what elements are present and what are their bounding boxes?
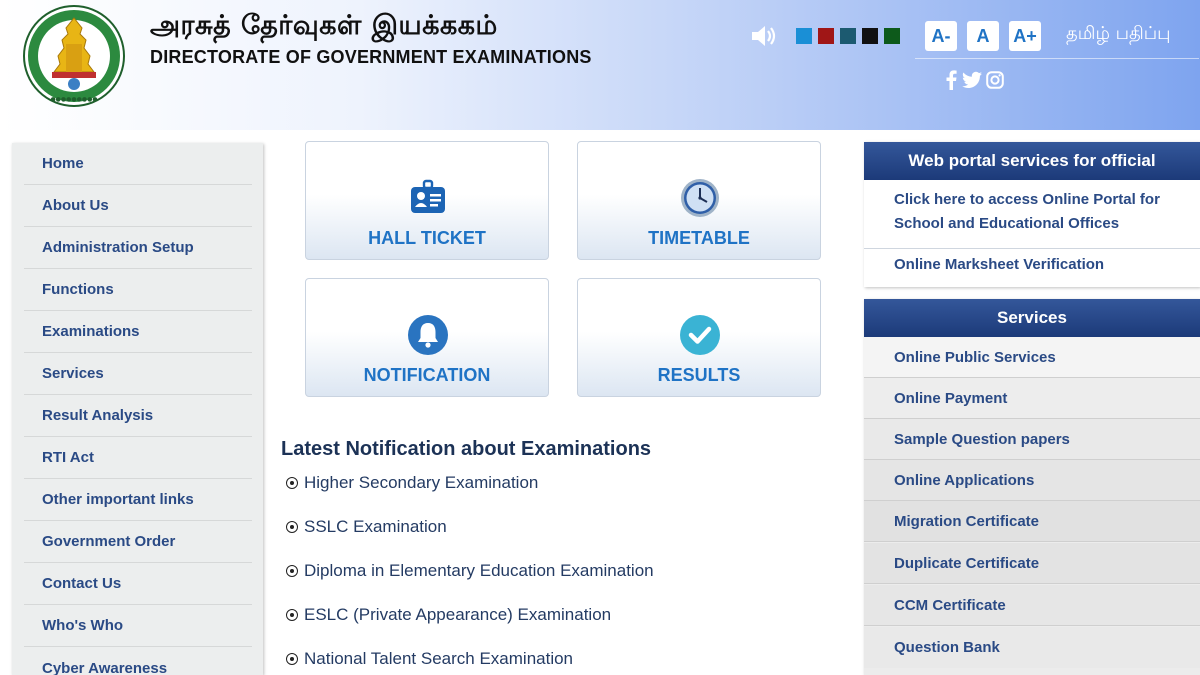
nav-item-contact-us[interactable]: Contact Us xyxy=(24,563,252,605)
nav-item-home[interactable]: Home xyxy=(24,143,252,185)
notification-item-label: Higher Secondary Examination xyxy=(304,473,539,492)
theme-swatch-teal[interactable] xyxy=(840,28,856,44)
panel-divider xyxy=(864,248,1200,249)
left-navigation: Home About Us Administration Setup Funct… xyxy=(12,143,263,675)
nav-item-whos-who[interactable]: Who's Who xyxy=(24,605,252,647)
timetable-tile[interactable]: TIMETABLE xyxy=(577,141,821,260)
bullet-icon xyxy=(286,653,298,665)
font-increase-button[interactable]: A+ xyxy=(1009,21,1041,51)
nav-item-other-important-links[interactable]: Other important links xyxy=(24,479,252,521)
hall-ticket-tile[interactable]: HALL TICKET xyxy=(305,141,549,260)
nav-item-functions[interactable]: Functions xyxy=(24,269,252,311)
facebook-icon[interactable] xyxy=(944,70,958,90)
notification-item-label: Diploma in Elementary Education Examinat… xyxy=(304,561,654,580)
theme-swatch-blue[interactable] xyxy=(796,28,812,44)
latest-notification-heading: Latest Notification about Examinations xyxy=(281,438,652,460)
service-item-question-bank[interactable]: Question Bank xyxy=(864,627,1200,668)
official-services-panel: Web portal services for official Click h… xyxy=(864,142,1200,287)
service-item-ccm-certificate[interactable]: CCM Certificate xyxy=(864,585,1200,626)
notification-item[interactable]: SSLC Examination xyxy=(286,517,447,537)
language-toggle-link[interactable]: தமிழ் பதிப்பு xyxy=(1066,23,1171,46)
social-links xyxy=(944,70,1004,90)
bullet-icon xyxy=(286,609,298,621)
bell-icon xyxy=(408,315,448,355)
results-label: RESULTS xyxy=(657,365,741,385)
notification-item[interactable]: Diploma in Elementary Education Examinat… xyxy=(286,561,654,581)
nav-item-result-analysis[interactable]: Result Analysis xyxy=(24,395,252,437)
site-title-english: DIRECTORATE OF GOVERNMENT EXAMINATIONS xyxy=(150,47,592,67)
bullet-icon xyxy=(286,521,298,533)
id-card-icon xyxy=(411,179,445,213)
font-reset-button[interactable]: A xyxy=(967,21,999,51)
notification-item[interactable]: National Talent Search Examination xyxy=(286,649,573,669)
timetable-label: TIMETABLE xyxy=(648,228,750,248)
official-services-title: Web portal services for official xyxy=(864,142,1200,180)
svg-text:●●●●●●●●●: ●●●●●●●●● xyxy=(50,96,97,103)
nav-item-services[interactable]: Services xyxy=(24,353,252,395)
header-divider xyxy=(915,58,1199,59)
notification-item-label: ESLC (Private Appearance) Examination xyxy=(304,605,612,624)
bullet-icon xyxy=(286,477,298,489)
theme-color-picker xyxy=(796,28,900,44)
service-item-duplicate-certificate[interactable]: Duplicate Certificate xyxy=(864,543,1200,584)
nav-item-government-order[interactable]: Government Order xyxy=(24,521,252,563)
service-item-online-payment[interactable]: Online Payment xyxy=(864,378,1200,419)
notification-item[interactable]: ESLC (Private Appearance) Examination xyxy=(286,605,611,625)
service-item-online-applications[interactable]: Online Applications xyxy=(864,460,1200,501)
nav-item-cyber-awareness[interactable]: Cyber Awareness xyxy=(24,647,252,675)
nav-item-examinations[interactable]: Examinations xyxy=(24,311,252,353)
notification-label: NOTIFICATION xyxy=(363,365,491,385)
service-item-online-public-services[interactable]: Online Public Services xyxy=(864,337,1200,378)
theme-swatch-red[interactable] xyxy=(818,28,834,44)
twitter-icon[interactable] xyxy=(962,71,982,89)
notification-item-label: National Talent Search Examination xyxy=(304,649,574,668)
results-tile[interactable]: RESULTS xyxy=(577,278,821,397)
bullet-icon xyxy=(286,565,298,577)
hall-ticket-label: HALL TICKET xyxy=(368,228,486,248)
online-portal-link[interactable]: Click here to access Online Portal for S… xyxy=(894,188,1184,236)
nav-item-administration-setup[interactable]: Administration Setup xyxy=(24,227,252,269)
notification-item-label: SSLC Examination xyxy=(304,517,447,536)
theme-swatch-black[interactable] xyxy=(862,28,878,44)
nav-item-rti-act[interactable]: RTI Act xyxy=(24,437,252,479)
service-item-migration-certificate[interactable]: Migration Certificate xyxy=(864,501,1200,542)
clock-icon xyxy=(681,179,719,217)
check-circle-icon xyxy=(680,315,720,355)
site-header: ●●●●●●●●● அரசுத் தேர்வுகள் இயக்ககம் DIRE… xyxy=(0,0,1200,130)
speaker-icon[interactable] xyxy=(749,22,779,50)
services-title: Services xyxy=(864,299,1200,337)
theme-swatch-green[interactable] xyxy=(884,28,900,44)
site-title-tamil: அரசுத் தேர்வுகள் இயக்ககம் xyxy=(150,10,498,41)
notification-tile[interactable]: NOTIFICATION xyxy=(305,278,549,397)
font-decrease-button[interactable]: A- xyxy=(925,21,957,51)
tamil-nadu-emblem-icon[interactable]: ●●●●●●●●● xyxy=(22,4,126,108)
marksheet-verification-link[interactable]: Online Marksheet Verification xyxy=(894,253,1184,277)
notification-item[interactable]: Higher Secondary Examination xyxy=(286,473,538,493)
nav-item-about-us[interactable]: About Us xyxy=(24,185,252,227)
service-item-sample-question-papers[interactable]: Sample Question papers xyxy=(864,419,1200,460)
services-panel: Services Online Public Services Online P… xyxy=(864,299,1200,675)
instagram-icon[interactable] xyxy=(986,71,1004,89)
